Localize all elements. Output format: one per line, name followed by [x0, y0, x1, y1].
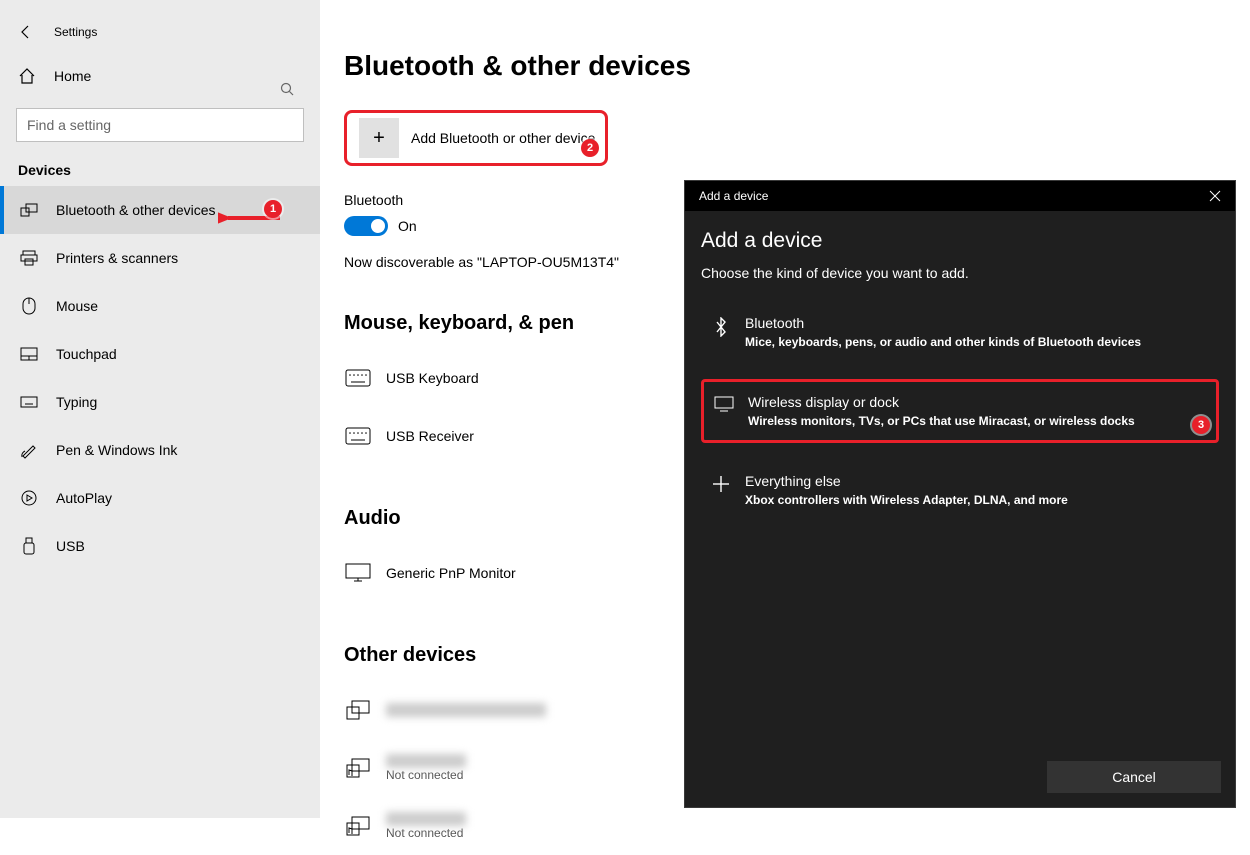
add-device-button[interactable]: + Add Bluetooth or other device 2	[344, 110, 608, 166]
touchpad-icon	[18, 347, 40, 361]
other-device-icon	[344, 700, 372, 720]
sidebar-item-typing[interactable]: Typing	[0, 378, 320, 426]
keyboard-icon	[18, 396, 40, 408]
usb-icon	[18, 537, 40, 555]
sidebar-item-label: Printers & scanners	[56, 250, 178, 266]
monitor-icon	[714, 396, 734, 412]
annotation-badge-3: 3	[1192, 416, 1210, 434]
sidebar-item-label: Mouse	[56, 298, 98, 314]
search-icon	[280, 82, 294, 96]
cancel-button[interactable]: Cancel	[1047, 761, 1221, 793]
dialog-heading: Add a device	[701, 229, 1219, 253]
page-title: Bluetooth & other devices	[344, 50, 1250, 82]
device-name: Generic PnP Monitor	[386, 565, 516, 581]
sidebar-item-label: AutoPlay	[56, 490, 112, 506]
home-icon	[18, 67, 38, 85]
close-icon[interactable]	[1205, 186, 1225, 206]
printer-icon	[18, 250, 40, 266]
dialog-subtext: Choose the kind of device you want to ad…	[701, 265, 1219, 281]
monitor-icon	[344, 563, 372, 583]
redacted-name	[386, 812, 466, 826]
device-status: Not connected	[386, 768, 466, 782]
sidebar-item-printers[interactable]: Printers & scanners	[0, 234, 320, 282]
device-name: USB Receiver	[386, 428, 474, 444]
annotation-badge-1: 1	[264, 200, 282, 218]
settings-sidebar: Settings Home Devices Bluetooth & other …	[0, 0, 320, 818]
sidebar-item-label: USB	[56, 538, 85, 554]
search-wrap	[16, 108, 304, 142]
redacted-name	[386, 754, 466, 768]
add-device-dialog: Add a device Add a device Choose the kin…	[684, 180, 1236, 808]
option-title: Wireless display or dock	[748, 394, 1135, 410]
keyboard-icon	[344, 369, 372, 387]
back-row[interactable]: Settings	[0, 12, 320, 52]
dialog-option-bluetooth[interactable]: Bluetooth Mice, keyboards, pens, or audi…	[701, 303, 1219, 361]
plus-icon: +	[359, 118, 399, 158]
plus-icon	[711, 475, 731, 493]
option-desc: Wireless monitors, TVs, or PCs that use …	[748, 414, 1135, 428]
sidebar-item-label: Pen & Windows Ink	[56, 442, 177, 458]
app-title: Settings	[54, 25, 97, 39]
sidebar-item-label: Touchpad	[56, 346, 117, 362]
sidebar-item-touchpad[interactable]: Touchpad	[0, 330, 320, 378]
option-title: Everything else	[745, 473, 1068, 489]
devices-icon	[18, 203, 40, 217]
pen-icon	[18, 441, 40, 459]
toggle-state: On	[398, 218, 417, 234]
keyboard-icon	[344, 427, 372, 445]
sidebar-item-label: Typing	[56, 394, 97, 410]
section-devices-label: Devices	[18, 162, 320, 178]
back-icon	[18, 24, 34, 40]
add-device-label: Add Bluetooth or other device	[411, 130, 595, 146]
search-input[interactable]	[16, 108, 304, 142]
option-desc: Xbox controllers with Wireless Adapter, …	[745, 493, 1068, 507]
device-name: USB Keyboard	[386, 370, 479, 386]
option-title: Bluetooth	[745, 315, 1141, 331]
dialog-option-everything-else[interactable]: Everything else Xbox controllers with Wi…	[701, 461, 1219, 519]
annotation-badge-2: 2	[581, 139, 599, 157]
autoplay-icon	[18, 489, 40, 507]
sidebar-item-usb[interactable]: USB	[0, 522, 320, 570]
home-label: Home	[54, 68, 91, 84]
media-device-icon	[344, 816, 372, 836]
bluetooth-icon	[711, 317, 731, 337]
mouse-icon	[18, 297, 40, 315]
media-device-icon	[344, 758, 372, 778]
sidebar-item-mouse[interactable]: Mouse	[0, 282, 320, 330]
bluetooth-toggle[interactable]	[344, 216, 388, 236]
redacted-name	[386, 703, 546, 717]
dialog-titlebar: Add a device	[685, 181, 1235, 211]
sidebar-item-autoplay[interactable]: AutoPlay	[0, 474, 320, 522]
sidebar-item-label: Bluetooth & other devices	[56, 202, 216, 218]
home-link[interactable]: Home	[0, 56, 320, 96]
dialog-titlebar-text: Add a device	[699, 189, 768, 203]
sidebar-item-pen[interactable]: Pen & Windows Ink	[0, 426, 320, 474]
dialog-option-wireless-display[interactable]: Wireless display or dock Wireless monito…	[701, 379, 1219, 443]
option-desc: Mice, keyboards, pens, or audio and othe…	[745, 335, 1141, 349]
device-status: Not connected	[386, 826, 466, 840]
